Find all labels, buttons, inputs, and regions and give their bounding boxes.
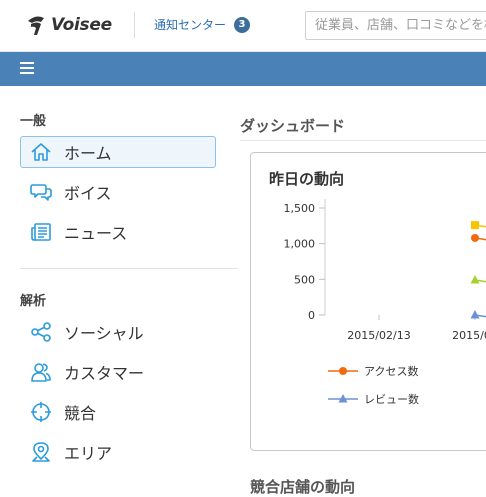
y-tick-label: 1,500 — [284, 202, 316, 215]
voisee-logo[interactable]: Voisee — [26, 13, 112, 37]
sidebar-item-voice[interactable]: ボイス — [20, 176, 216, 208]
logo-text: Voisee — [51, 15, 112, 35]
sidebar-divider — [20, 268, 238, 269]
home-icon — [29, 140, 53, 164]
share-icon — [29, 320, 53, 344]
sidebar-item-news[interactable]: ニュース — [20, 216, 216, 248]
y-tick-label: 1,000 — [284, 238, 316, 251]
sidebar-item-label: ホーム — [64, 144, 112, 163]
hamburger-menu-icon[interactable] — [20, 61, 34, 75]
y-tick-label: 500 — [294, 273, 315, 286]
legend-label: レビュー数 — [364, 393, 419, 406]
title-divider — [240, 140, 486, 141]
menu-bar — [0, 52, 486, 86]
sidebar-item-competitor[interactable]: 競合 — [20, 396, 216, 428]
page-title: ダッシュボード — [240, 117, 346, 135]
notification-center-link[interactable]: 通知センター 3 — [154, 16, 251, 33]
x-tick-label: 2015/02/13 — [347, 329, 410, 342]
circle-data-point — [471, 233, 479, 242]
sidebar-item-label: 競合 — [64, 404, 97, 423]
sidebar-item-label: カスタマー — [64, 364, 145, 383]
notification-center-label[interactable]: 通知センター — [154, 16, 226, 33]
logo-mark-icon — [28, 16, 44, 35]
top-header: Voisee 通知センター 3 — [0, 0, 486, 52]
sidebar-section-general-title: 一般 — [20, 114, 47, 129]
notification-count-badge: 3 — [234, 16, 251, 33]
sidebar-item-social[interactable]: ソーシャル — [20, 316, 216, 348]
square-data-point — [471, 221, 479, 230]
sidebar-item-label: ボイス — [64, 184, 112, 203]
triangle-data-point — [470, 275, 480, 284]
crosshair-icon — [29, 400, 53, 424]
header-divider — [134, 12, 135, 38]
map-pin-icon — [29, 440, 53, 464]
y-tick-label: 0 — [308, 309, 315, 322]
trend-line-chart: 1,500 1,000 500 0 2015/02/13 2015/02 アクセス数レビュー… — [284, 199, 486, 406]
newspaper-icon — [29, 220, 53, 244]
sidebar-item-home[interactable]: ホーム — [20, 136, 216, 168]
yesterday-trend-panel: 昨日の動向 1,5001,00050002015/02/132015/02アクセ… — [250, 152, 486, 451]
search-input[interactable] — [305, 11, 486, 40]
sidebar-item-label: エリア — [64, 444, 113, 463]
sidebar-item-label: ニュース — [64, 224, 128, 243]
legend-label: アクセス数 — [364, 365, 418, 378]
triangle-data-point — [470, 310, 480, 319]
legend-circle-marker — [339, 367, 347, 375]
speech-bubbles-icon — [29, 180, 53, 204]
x-tick-label: 2015/02 — [452, 329, 486, 342]
sidebar-section-analysis-title: 解析 — [20, 294, 47, 309]
sidebar-item-customer[interactable]: カスタマー — [20, 356, 216, 388]
sidebar-item-area[interactable]: エリア — [20, 436, 216, 468]
competitor-trend-section-title: 競合店舗の動向 — [250, 478, 356, 496]
users-icon — [29, 360, 53, 384]
sidebar-item-label: ソーシャル — [64, 324, 144, 343]
sidebar: 一般 ホーム ボイス ニュース 解析 ソーシャル カスタマー 競合 エリア — [0, 86, 238, 486]
